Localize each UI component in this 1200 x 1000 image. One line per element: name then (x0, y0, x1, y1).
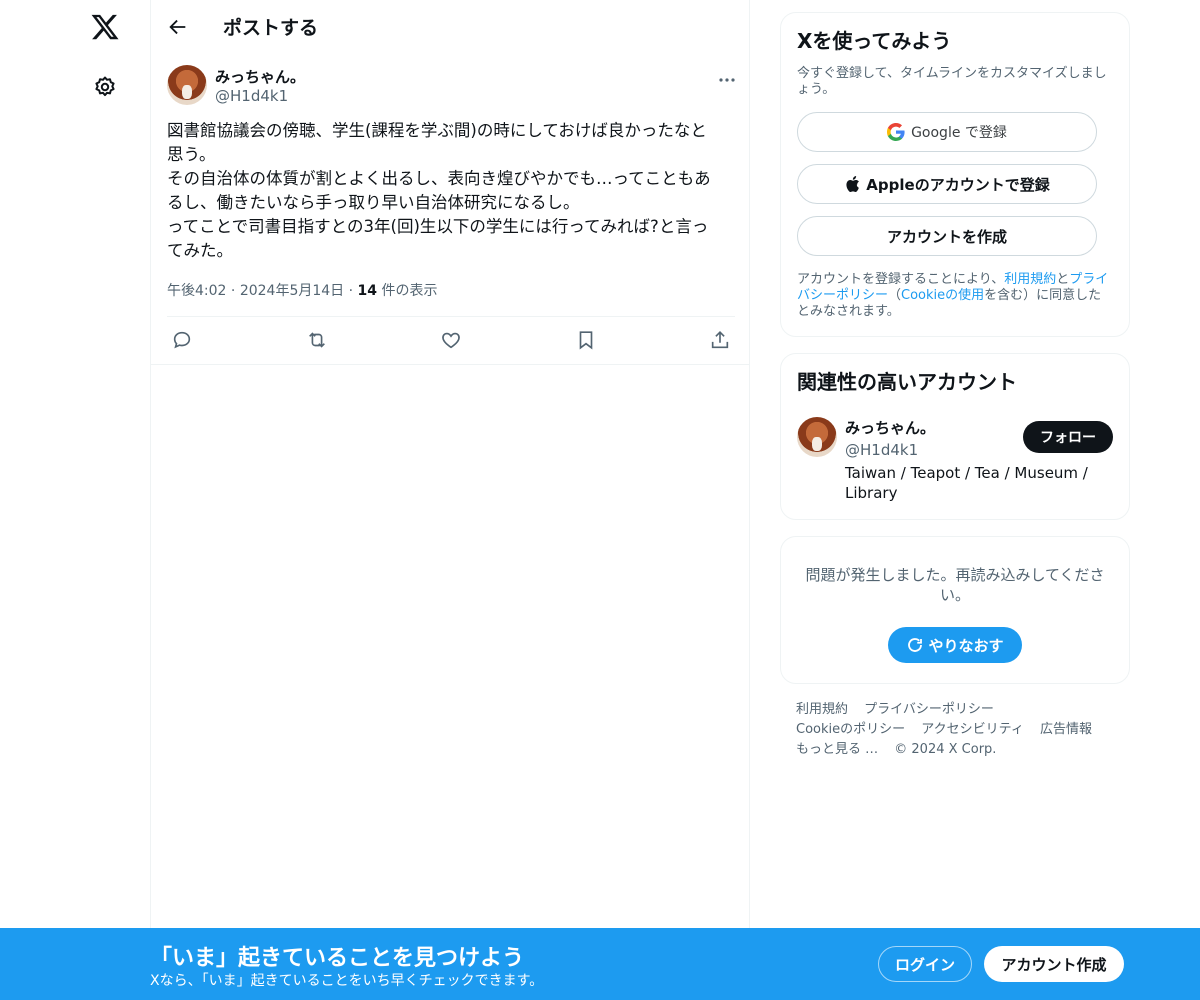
views-count: 14 (357, 283, 378, 299)
terms-link[interactable]: 利用規約 (1004, 272, 1056, 287)
apple-signup-label: Appleのアカウントで登録 (866, 175, 1050, 194)
post-author: みっちゃん。 @H1d4k1 (167, 64, 737, 108)
bookmark-icon[interactable] (575, 329, 597, 351)
signup-card: Xを使ってみよう 今すぐ登録して、タイムラインをカスタマイズしましょう。 Goo… (780, 12, 1130, 337)
back-arrow-icon[interactable] (167, 16, 189, 38)
footer-privacy-link[interactable]: プライバシーポリシー (864, 702, 994, 717)
views-label: 件の表示 (381, 283, 438, 299)
banner-title: 「いま」起きていることを見つけよう (150, 946, 525, 971)
reply-icon[interactable] (171, 329, 193, 351)
legal-paren: （ (888, 288, 902, 303)
post-date[interactable]: 2024年5月14日 (240, 283, 344, 299)
meta-separator: · (230, 283, 240, 299)
signup-card-title: Xを使ってみよう (797, 29, 952, 53)
google-signup-button[interactable]: Google で登録 (797, 112, 1097, 152)
divider (151, 364, 749, 365)
avatar[interactable] (167, 65, 207, 105)
retry-button[interactable]: やりなおす (888, 627, 1022, 663)
create-account-button[interactable]: アカウントを作成 (797, 216, 1097, 256)
like-icon[interactable] (440, 329, 462, 351)
banner-subtitle: Xなら、「いま」起きていることをいち早くチェックできます。 (150, 973, 544, 989)
avatar[interactable] (797, 417, 837, 457)
repost-icon[interactable] (306, 329, 328, 351)
header: ポストする (151, 0, 749, 53)
refresh-icon (908, 638, 923, 652)
author-name[interactable]: みっちゃん。 (215, 66, 305, 87)
related-accounts-card: 関連性の高いアカウント みっちゃん。 @H1d4k1 Taiwan / Teap… (780, 353, 1130, 520)
apple-signup-button[interactable]: Appleのアカウントで登録 (797, 164, 1097, 204)
post-meta: 午後4:02 · 2024年5月14日 · 14 件の表示 (167, 280, 437, 300)
legal-text: アカウントを登録することにより、利用規約とプライバシーポリシー（Cookieの使… (797, 272, 1113, 320)
footer-ads-link[interactable]: 広告情報 (1040, 722, 1092, 737)
page-title: ポストする (223, 17, 319, 39)
retry-label: やりなおす (928, 636, 1004, 655)
post-text: 図書館協議会の傍聴、学生(課程を学ぶ間)の時にしておけば良かったなと 思う。 そ… (167, 121, 711, 260)
footer-terms-link[interactable]: 利用規約 (796, 702, 848, 717)
signup-banner: 「いま」起きていることを見つけよう Xなら、「いま」起きていることをいち早くチェ… (0, 928, 1200, 1000)
legal-and: と (1056, 272, 1070, 287)
cookie-link[interactable]: Cookieの使用 (901, 288, 984, 303)
login-button[interactable]: ログイン (878, 946, 972, 982)
create-account-label: アカウントを作成 (886, 227, 1007, 246)
footer-cookie-link[interactable]: Cookieのポリシー (796, 722, 905, 737)
meta-separator: · (348, 283, 358, 299)
error-message: 問題が発生しました。再読み込みしてください。 (805, 566, 1105, 604)
left-nav (60, 0, 150, 1000)
main-column: ポストする みっちゃん。 @H1d4k1 図書館協議会の傍聴、学生(課程を学ぶ間… (150, 0, 750, 1000)
x-logo-icon[interactable] (90, 12, 120, 42)
signup-button[interactable]: アカウント作成 (984, 946, 1124, 982)
legal-text-1: アカウントを登録することにより、 (797, 272, 1005, 287)
apple-icon (846, 176, 860, 192)
gear-icon[interactable] (93, 75, 117, 99)
footer-copyright: © 2024 X Corp. (894, 742, 997, 757)
google-signup-label: Google で登録 (911, 125, 1007, 141)
right-sidebar: Xを使ってみよう 今すぐ登録して、タイムラインをカスタマイズしましょう。 Goo… (780, 12, 1130, 760)
google-icon (887, 123, 905, 141)
related-account-bio: Taiwan / Teapot / Tea / Museum / Library (845, 464, 1088, 502)
follow-button[interactable]: フォロー (1023, 421, 1113, 453)
related-account[interactable]: みっちゃん。 @H1d4k1 Taiwan / Teapot / Tea / M… (797, 417, 1113, 507)
footer-accessibility-link[interactable]: アクセシビリティ (921, 722, 1024, 737)
share-icon[interactable] (709, 329, 731, 351)
more-options-icon[interactable] (717, 70, 737, 90)
footer-links: 利用規約 プライバシーポリシー Cookieのポリシー アクセシビリティ 広告情… (780, 700, 1130, 760)
footer-more-link[interactable]: もっと見る … (796, 742, 878, 757)
error-card: 問題が発生しました。再読み込みしてください。 やりなおす (780, 536, 1130, 684)
divider (167, 316, 735, 317)
author-handle[interactable]: @H1d4k1 (215, 87, 288, 105)
related-accounts-title: 関連性の高いアカウント (797, 370, 1017, 394)
post-actions (167, 318, 735, 362)
post-time[interactable]: 午後4:02 (167, 283, 226, 299)
signup-card-subtitle: 今すぐ登録して、タイムラインをカスタマイズしましょう。 (797, 66, 1107, 97)
